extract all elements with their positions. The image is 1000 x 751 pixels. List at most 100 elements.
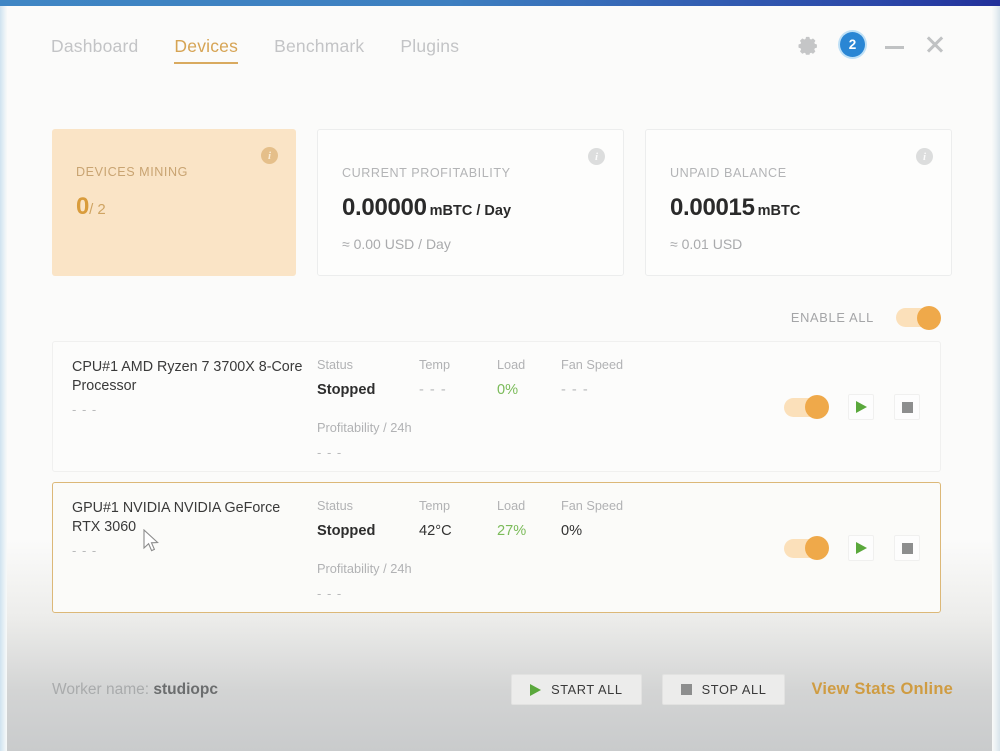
device-start-button[interactable] bbox=[848, 394, 874, 420]
stat-card-value: 0.00015 mBTC bbox=[670, 194, 927, 222]
toggle-knob bbox=[917, 305, 941, 330]
unpaid-balance-usd: ≈ 0.01 USD bbox=[670, 236, 743, 252]
enable-all-row: ENABLE ALL bbox=[790, 305, 941, 330]
window-right-edge bbox=[992, 6, 1000, 751]
start-all-label: START ALL bbox=[551, 682, 623, 697]
stop-icon bbox=[901, 542, 913, 554]
stop-all-label: STOP ALL bbox=[701, 682, 767, 697]
device-controls bbox=[784, 394, 920, 420]
tab-dashboard-label: Dashboard bbox=[51, 36, 139, 56]
unpaid-balance-unit: mBTC bbox=[757, 203, 801, 219]
profitability-label: Profitability / 24h bbox=[317, 420, 412, 435]
temp-value: - - - bbox=[419, 382, 447, 398]
profitability-usd: ≈ 0.00 USD / Day bbox=[342, 236, 451, 252]
device-subtitle: - - - bbox=[72, 543, 98, 558]
stop-all-button[interactable]: STOP ALL bbox=[661, 674, 786, 705]
device-name: CPU#1 AMD Ryzen 7 3700X 8-Core Processor bbox=[72, 359, 303, 395]
status-label: Status bbox=[317, 358, 353, 372]
load-label: Load bbox=[497, 358, 526, 372]
header: Dashboard Devices Benchmark Plugins 2 bbox=[7, 6, 992, 94]
load-value: 0% bbox=[497, 382, 519, 398]
device-load: Load 0% bbox=[497, 358, 525, 398]
status-value: Stopped bbox=[317, 523, 376, 539]
device-status: Status Stopped bbox=[317, 499, 375, 539]
device-row-gpu[interactable]: GPU#1 NVIDIA NVIDIA GeForce RTX 3060 - -… bbox=[52, 482, 941, 613]
tab-devices[interactable]: Devices bbox=[174, 36, 238, 64]
window-controls: 2 bbox=[796, 32, 946, 57]
play-icon bbox=[855, 542, 867, 554]
enable-all-label: ENABLE ALL bbox=[790, 310, 874, 325]
device-profitability: Profitability / 24h - - - bbox=[317, 561, 412, 601]
unpaid-balance-amount: 0.00015 bbox=[670, 194, 755, 221]
device-enable-toggle[interactable] bbox=[784, 536, 829, 560]
profitability-value: - - - bbox=[317, 445, 343, 460]
device-list: CPU#1 AMD Ryzen 7 3700X 8-Core Processor… bbox=[52, 341, 941, 623]
device-fan-speed: Fan Speed 0% bbox=[561, 499, 623, 539]
play-icon bbox=[530, 683, 542, 696]
device-temp: Temp 42°C bbox=[419, 499, 452, 539]
device-subtitle: - - - bbox=[72, 402, 98, 417]
profitability-unit: mBTC / Day bbox=[429, 203, 512, 219]
fan-speed-value: 0% bbox=[561, 523, 583, 539]
device-stop-button[interactable] bbox=[894, 535, 920, 561]
devices-mining-count: 0 bbox=[76, 193, 90, 220]
toggle-knob bbox=[805, 395, 829, 419]
window-left-edge bbox=[0, 6, 7, 751]
load-label: Load bbox=[497, 499, 526, 513]
stat-card-value: 0/ 2 bbox=[76, 193, 272, 221]
tab-dashboard[interactable]: Dashboard bbox=[51, 36, 138, 64]
info-icon[interactable]: i bbox=[261, 147, 278, 164]
notification-count: 2 bbox=[848, 37, 857, 52]
stat-cards: i DEVICES MINING 0/ 2 i CURRENT PROFITAB… bbox=[52, 129, 952, 276]
tab-devices-label: Devices bbox=[174, 36, 239, 56]
load-value: 27% bbox=[497, 523, 527, 539]
fan-speed-value: - - - bbox=[561, 382, 589, 398]
tab-benchmark[interactable]: Benchmark bbox=[274, 36, 364, 64]
profitability-amount: 0.00000 bbox=[342, 194, 427, 221]
fan-speed-label: Fan Speed bbox=[561, 358, 624, 372]
tab-benchmark-label: Benchmark bbox=[274, 36, 365, 56]
notification-badge[interactable]: 2 bbox=[840, 32, 865, 57]
stat-card-current-profitability: i CURRENT PROFITABILITY 0.00000 mBTC / Da… bbox=[317, 129, 624, 276]
start-all-button[interactable]: START ALL bbox=[511, 674, 642, 705]
device-temp: Temp - - - bbox=[419, 358, 450, 398]
stat-card-devices-mining: i DEVICES MINING 0/ 2 bbox=[52, 129, 296, 276]
device-row-cpu[interactable]: CPU#1 AMD Ryzen 7 3700X 8-Core Processor… bbox=[52, 341, 941, 472]
temp-value: 42°C bbox=[419, 523, 452, 539]
footer: Worker name: studiopc START ALL STOP ALL… bbox=[7, 661, 992, 751]
device-profitability: Profitability / 24h - - - bbox=[317, 420, 412, 460]
stat-card-label: CURRENT PROFITABILITY bbox=[342, 166, 511, 180]
tab-plugins[interactable]: Plugins bbox=[400, 36, 459, 64]
device-stop-button[interactable] bbox=[894, 394, 920, 420]
play-icon bbox=[855, 401, 867, 413]
enable-all-toggle[interactable] bbox=[896, 305, 941, 330]
stat-card-unpaid-balance: i UNPAID BALANCE 0.00015 mBTC ≈ 0.01 USD bbox=[645, 129, 952, 276]
gear-icon[interactable] bbox=[796, 33, 820, 57]
temp-label: Temp bbox=[419, 499, 451, 513]
device-name: GPU#1 NVIDIA NVIDIA GeForce RTX 3060 bbox=[72, 500, 281, 536]
toggle-knob bbox=[805, 536, 829, 560]
device-status: Status Stopped bbox=[317, 358, 375, 398]
fan-speed-label: Fan Speed bbox=[561, 499, 624, 513]
navigation-tabs: Dashboard Devices Benchmark Plugins bbox=[51, 36, 459, 64]
device-controls bbox=[784, 535, 920, 561]
stat-card-label: DEVICES MINING bbox=[76, 165, 188, 179]
close-icon[interactable] bbox=[924, 34, 946, 56]
minimize-icon[interactable] bbox=[885, 35, 904, 54]
worker-name: Worker name: studiopc bbox=[52, 681, 218, 699]
worker-name-value: studiopc bbox=[153, 681, 218, 698]
application-window: Dashboard Devices Benchmark Plugins 2 i … bbox=[0, 0, 1000, 751]
profitability-label: Profitability / 24h bbox=[317, 561, 412, 576]
info-icon[interactable]: i bbox=[588, 148, 605, 165]
device-enable-toggle[interactable] bbox=[784, 395, 829, 419]
view-stats-online-link[interactable]: View Stats Online bbox=[811, 680, 953, 699]
info-icon[interactable]: i bbox=[916, 148, 933, 165]
footer-actions: START ALL STOP ALL View Stats Online bbox=[511, 674, 953, 705]
stop-icon bbox=[680, 684, 692, 695]
temp-label: Temp bbox=[419, 358, 451, 372]
device-load: Load 27% bbox=[497, 499, 526, 539]
devices-mining-total: / 2 bbox=[89, 201, 106, 218]
device-start-button[interactable] bbox=[848, 535, 874, 561]
profitability-value: - - - bbox=[317, 586, 343, 601]
device-fan-speed: Fan Speed - - - bbox=[561, 358, 623, 398]
